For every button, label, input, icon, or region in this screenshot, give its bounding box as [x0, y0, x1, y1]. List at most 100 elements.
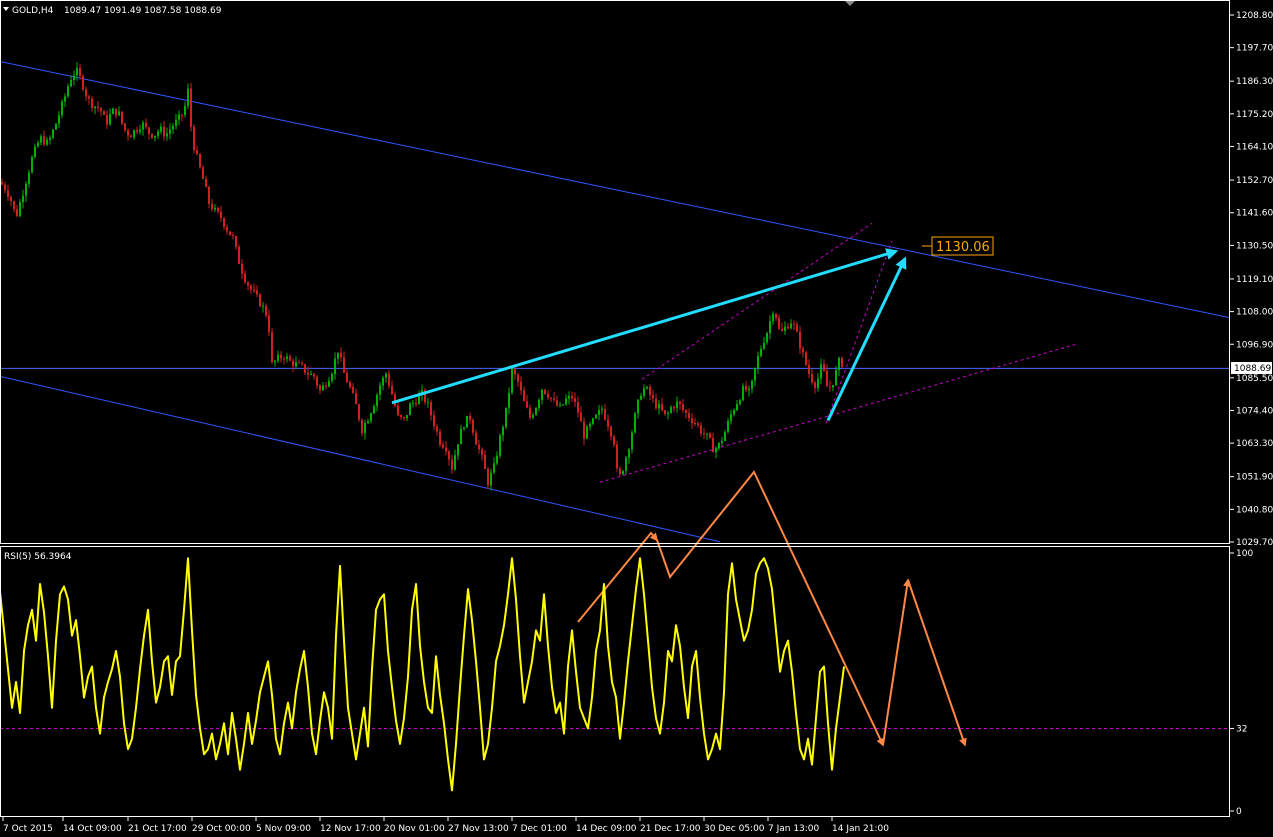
candle-body — [238, 246, 240, 265]
candle-body — [748, 388, 750, 391]
price-tick-label: 1119.10 — [1236, 275, 1273, 285]
candle-body — [613, 436, 615, 445]
candle-body — [193, 126, 195, 151]
candle-body — [625, 457, 627, 471]
candle-body — [712, 437, 714, 453]
candle-body — [160, 126, 162, 132]
time-tick-label: 7 Oct 2015 — [3, 824, 53, 834]
candle-body — [496, 455, 498, 464]
candle-body — [433, 415, 435, 427]
candle-body — [79, 68, 81, 76]
candle-body — [769, 321, 771, 334]
candle-body — [361, 419, 363, 434]
candle-body — [211, 203, 213, 210]
price-tick-label: 1152.70 — [1236, 176, 1273, 186]
candle-body — [652, 394, 654, 399]
candle-body — [430, 402, 432, 416]
candle-body — [775, 313, 777, 318]
price-tick-label: 1040.80 — [1236, 505, 1273, 515]
candle-body — [829, 386, 831, 388]
candle-body — [115, 108, 117, 116]
candle-body — [808, 364, 810, 375]
candle-body — [523, 390, 525, 402]
candle-body — [106, 114, 108, 125]
candle-body — [400, 415, 402, 417]
candle-body — [154, 135, 156, 138]
symbol-label: GOLD,H4 — [12, 6, 54, 16]
candle-body — [556, 399, 558, 406]
candle-body — [685, 410, 687, 414]
candle-body — [817, 378, 819, 388]
chart-canvas[interactable]: 1208.80 1197.70 1186.30 1175.20 1164.10 1152.… — [0, 0, 1273, 837]
candle-body — [247, 282, 249, 286]
candle-body — [28, 172, 30, 185]
candle-body — [40, 136, 42, 143]
candle-body — [709, 433, 711, 438]
candle-body — [814, 382, 816, 388]
candle-body — [514, 368, 516, 375]
candle-body — [706, 433, 708, 435]
rsi-label: RSI(5) 56.3964 — [4, 552, 72, 562]
candle-body — [763, 342, 765, 349]
price-tick-label: 1141.60 — [1236, 209, 1273, 219]
candle-body — [757, 356, 759, 368]
time-tick-label: 12 Nov 17:00 — [320, 824, 381, 834]
candle-body — [331, 374, 333, 381]
candle-body — [781, 328, 783, 331]
candle-body — [604, 408, 606, 420]
candle-body — [526, 401, 528, 408]
candle-body — [166, 133, 168, 137]
candle-body — [466, 416, 468, 428]
candle-body — [358, 404, 360, 420]
candle-body — [349, 382, 351, 387]
candle-body — [97, 106, 99, 108]
candle-body — [25, 184, 27, 196]
candle-body — [610, 426, 612, 437]
candle-body — [70, 79, 72, 87]
price-tick-label: 1197.70 — [1236, 44, 1273, 54]
candle-body — [826, 370, 828, 387]
time-tick-label: 29 Oct 00:00 — [192, 824, 251, 834]
candle-body — [49, 137, 51, 140]
candle-body — [772, 313, 774, 322]
candle-body — [223, 218, 225, 227]
candle-body — [577, 402, 579, 413]
candle-body — [592, 418, 594, 424]
candle-body — [745, 386, 747, 391]
price-tick-label: 1108.00 — [1236, 308, 1273, 318]
candle-body — [601, 408, 603, 411]
candle-body — [139, 129, 141, 132]
candle-body — [415, 402, 417, 405]
candle-body — [562, 404, 564, 406]
candle-body — [127, 130, 129, 136]
candle-body — [412, 402, 414, 404]
candle-body — [511, 368, 513, 393]
candle-body — [529, 407, 531, 418]
candle-body — [490, 472, 492, 486]
candle-body — [82, 75, 84, 90]
candle-body — [595, 414, 597, 419]
candle-body — [439, 431, 441, 445]
candle-body — [739, 400, 741, 404]
price-tick-label: 1208.80 — [1236, 11, 1273, 21]
candle-body — [766, 333, 768, 343]
candle-body — [16, 209, 18, 217]
candle-body — [475, 432, 477, 445]
candle-body — [571, 395, 573, 399]
candle-body — [157, 131, 159, 136]
candle-body — [244, 273, 246, 283]
candle-body — [226, 226, 228, 232]
candle-body — [85, 89, 87, 97]
time-tick-label: 21 Dec 17:00 — [640, 824, 701, 834]
candle-body — [313, 373, 315, 377]
candle-body — [334, 358, 336, 375]
candle-body — [661, 403, 663, 411]
target-price-label: 1130.06 — [936, 240, 990, 255]
candle-body — [619, 468, 621, 475]
time-tick-label: 14 Oct 09:00 — [63, 824, 122, 834]
candle-body — [337, 352, 339, 359]
candle-body — [100, 107, 102, 112]
candle-body — [649, 386, 651, 395]
time-tick-label: 27 Nov 13:00 — [448, 824, 509, 834]
candle-body — [295, 362, 297, 367]
